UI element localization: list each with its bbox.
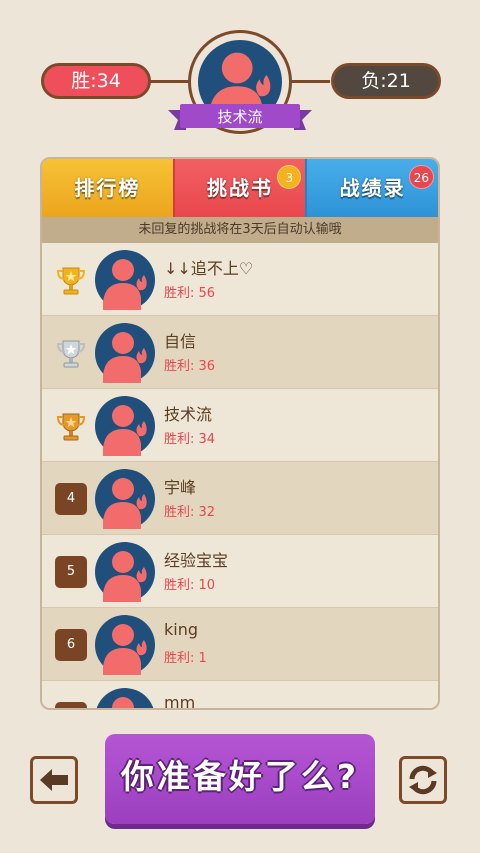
- ready-button[interactable]: 你准备好了么?: [105, 734, 375, 824]
- silver-trophy-icon: [56, 340, 86, 368]
- user-avatar: [95, 396, 155, 456]
- leaderboard-row[interactable]: mm: [42, 681, 438, 710]
- leaderboard-list[interactable]: ↓↓追不上♡ 胜利: 56 自信 胜利: 36 技术流 胜利: 34 4 宇峰 …: [42, 243, 438, 710]
- user-avatar: [95, 615, 155, 675]
- leaderboard-row[interactable]: 技术流 胜利: 34: [42, 389, 438, 462]
- user-wins: 胜利: 34: [164, 432, 216, 447]
- leaderboard-row[interactable]: 5 经验宝宝 胜利: 10: [42, 535, 438, 608]
- leaderboard-row[interactable]: ↓↓追不上♡ 胜利: 56: [42, 243, 438, 316]
- leaderboard-row[interactable]: 自信 胜利: 36: [42, 316, 438, 389]
- rank-number: 5: [55, 556, 87, 588]
- rank-number: 6: [55, 629, 87, 661]
- losses-pill: 负:21: [331, 63, 441, 99]
- wins-pill: 胜:34: [41, 63, 151, 99]
- user-name: 技术流: [164, 405, 213, 424]
- refresh-icon: [409, 765, 437, 795]
- user-wins: 胜利: 36: [164, 359, 216, 374]
- user-avatar: [95, 250, 155, 310]
- user-avatar: [95, 469, 155, 529]
- user-avatar: [95, 542, 155, 602]
- user-wins: 胜利: 56: [164, 286, 216, 301]
- leaderboard-row[interactable]: 6 king 胜利: 1: [42, 608, 438, 681]
- leaderboard-panel: 排行榜 挑战书 3 战绩录 26 未回复的挑战将在3天后自动认输哦 ↓↓追不上♡…: [40, 157, 440, 710]
- user-wins: 胜利: 10: [164, 578, 216, 593]
- user-avatar: [95, 323, 155, 383]
- refresh-button[interactable]: [399, 756, 447, 804]
- user-wins: 胜利: 1: [164, 651, 207, 666]
- user-name: mm: [164, 693, 196, 710]
- tab-label: 战绩录: [339, 176, 406, 200]
- tab-bar: 排行榜 挑战书 3 战绩录 26: [42, 159, 438, 217]
- gold-trophy-icon: [56, 267, 86, 295]
- back-button[interactable]: [30, 756, 78, 804]
- user-name: king: [164, 620, 199, 639]
- player-name: 技术流: [217, 108, 263, 126]
- user-name: 宇峰: [164, 478, 197, 497]
- record-count-badge: 26: [408, 165, 435, 189]
- user-name: 经验宝宝: [164, 551, 229, 570]
- rank-number: 4: [55, 483, 87, 515]
- user-wins: 胜利: 32: [164, 505, 216, 520]
- leaderboard-row[interactable]: 4 宇峰 胜利: 32: [42, 462, 438, 535]
- tab-records[interactable]: 战绩录 26: [305, 159, 438, 217]
- bronze-trophy-icon: [56, 413, 86, 441]
- tab-challenges[interactable]: 挑战书 3: [172, 159, 306, 217]
- tab-leaderboard[interactable]: 排行榜: [42, 159, 173, 217]
- tab-label: 挑战书: [207, 176, 273, 200]
- arrow-left-icon: [40, 769, 68, 791]
- challenge-notice: 未回复的挑战将在3天后自动认输哦: [42, 217, 438, 243]
- user-avatar: [96, 688, 154, 708]
- tab-label: 排行榜: [74, 176, 141, 200]
- user-name: ↓↓追不上♡: [164, 259, 254, 278]
- rank-number: [55, 702, 87, 708]
- user-name: 自信: [164, 332, 197, 351]
- challenge-count-badge: 3: [277, 165, 302, 189]
